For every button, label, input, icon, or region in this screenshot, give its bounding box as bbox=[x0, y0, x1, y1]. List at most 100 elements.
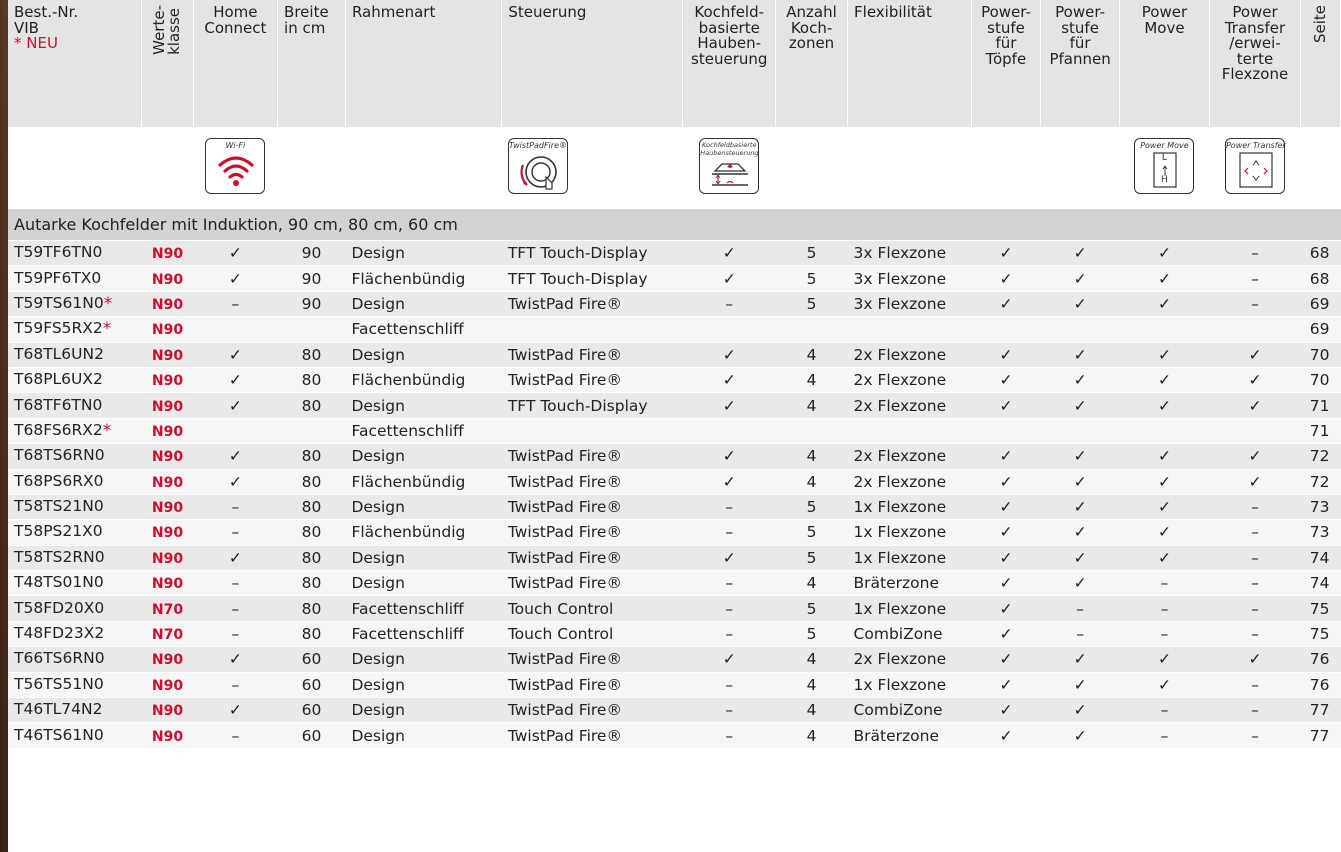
cell-werteklasse: N90 bbox=[141, 519, 194, 546]
cell-anzahl: 5 bbox=[775, 493, 848, 520]
cell-power-move: – bbox=[1119, 570, 1210, 596]
cell-rahmenart: Flächenbündig bbox=[345, 519, 502, 546]
cell-flexibilitaet: 1x Flexzone bbox=[847, 544, 972, 571]
cell-power-move: ✓ bbox=[1119, 468, 1210, 495]
cell-kochfeld-hauben: – bbox=[682, 722, 776, 748]
header-kochfeld-hauben: Kochfeld- basierte Hauben- steuerung bbox=[682, 0, 777, 127]
cell-seite: 71 bbox=[1300, 392, 1341, 419]
cell-seite: 70 bbox=[1300, 366, 1341, 393]
cell-best-nr: T68TL6UN2 bbox=[8, 341, 142, 368]
cell-powerstufe-pfannen: – bbox=[1040, 620, 1120, 647]
cell-breite: 80 bbox=[277, 570, 346, 596]
cell-best-nr: T68PS6RX0 bbox=[8, 468, 142, 495]
cell-anzahl: 4 bbox=[775, 468, 848, 495]
cell-seite: 72 bbox=[1300, 443, 1341, 470]
header-breite: Breite in cm bbox=[277, 0, 346, 127]
cell-seite: 75 bbox=[1300, 595, 1341, 622]
cell-anzahl: 5 bbox=[775, 290, 848, 317]
cell-seite: 71 bbox=[1300, 417, 1341, 444]
cell-werteklasse: N90 bbox=[141, 265, 194, 292]
cell-breite: 90 bbox=[277, 239, 346, 266]
header-best-nr: Best.-Nr. VIB * NEU bbox=[8, 0, 143, 127]
cell-power-transfer: – bbox=[1209, 265, 1301, 292]
cell-flexibilitaet: 2x Flexzone bbox=[847, 443, 972, 470]
cell-anzahl: 5 bbox=[775, 595, 848, 622]
cell-rahmenart: Facettenschliff bbox=[345, 316, 502, 343]
cell-powerstufe-toepfe: ✓ bbox=[971, 646, 1041, 673]
cell-breite: 80 bbox=[277, 468, 346, 495]
table-row: T58TS2RN0 N90 ✓ 80 Design TwistPad Fire® ✓ 5 1x … bbox=[8, 544, 1341, 571]
cell-powerstufe-toepfe: ✓ bbox=[971, 392, 1041, 419]
cell-powerstufe-pfannen: ✓ bbox=[1040, 493, 1120, 520]
cell-rahmenart: Design bbox=[345, 443, 502, 470]
table-row: T68FS6RX2* N90 Facettenschliff 71 bbox=[8, 417, 1341, 444]
cell-anzahl: 4 bbox=[775, 570, 848, 596]
cell-flexibilitaet: 2x Flexzone bbox=[847, 341, 972, 368]
cell-kochfeld-hauben bbox=[682, 316, 776, 343]
header-steuerung: Steuerung bbox=[501, 0, 684, 127]
cell-rahmenart: Flächenbündig bbox=[345, 265, 502, 292]
cell-home-connect: ✓ bbox=[193, 392, 278, 419]
cell-anzahl bbox=[775, 316, 848, 343]
wifi-icon: Wi-Fi bbox=[205, 138, 266, 194]
cell-power-move: ✓ bbox=[1119, 646, 1210, 673]
cell-power-move: – bbox=[1119, 620, 1210, 647]
cell-kochfeld-hauben: ✓ bbox=[682, 265, 776, 292]
cell-seite: 69 bbox=[1300, 316, 1341, 343]
cell-seite: 75 bbox=[1300, 620, 1341, 647]
header-seite: Seite bbox=[1300, 0, 1341, 127]
cell-seite: 74 bbox=[1300, 544, 1341, 571]
cell-power-move: ✓ bbox=[1119, 443, 1210, 470]
cell-best-nr: T58FD20X0 bbox=[8, 595, 142, 622]
cell-kochfeld-hauben: ✓ bbox=[682, 239, 776, 266]
cell-anzahl: 4 bbox=[775, 646, 848, 673]
cell-home-connect bbox=[193, 316, 278, 343]
cell-best-nr: T58PS21X0 bbox=[8, 519, 142, 546]
cell-power-transfer: – bbox=[1209, 239, 1301, 266]
cell-seite: 77 bbox=[1300, 722, 1341, 748]
cell-werteklasse: N90 bbox=[141, 239, 194, 266]
cell-werteklasse: N90 bbox=[141, 570, 194, 596]
cell-rahmenart: Flächenbündig bbox=[345, 366, 502, 393]
cell-home-connect: – bbox=[193, 570, 278, 596]
cell-werteklasse: N90 bbox=[141, 316, 194, 343]
cell-seite: 76 bbox=[1300, 646, 1341, 673]
cell-kochfeld-hauben: ✓ bbox=[682, 646, 776, 673]
cell-home-connect: – bbox=[193, 620, 278, 647]
cell-power-transfer: ✓ bbox=[1209, 443, 1301, 470]
cell-steuerung bbox=[501, 316, 683, 343]
header-row: Best.-Nr. VIB * NEU Werte- klasse Home C… bbox=[8, 0, 1341, 127]
cell-kochfeld-hauben: – bbox=[682, 290, 776, 317]
cell-werteklasse: N90 bbox=[141, 417, 194, 444]
cell-rahmenart: Design bbox=[345, 570, 502, 596]
cell-best-nr: T68TF6TN0 bbox=[8, 392, 142, 419]
cell-seite: 72 bbox=[1300, 468, 1341, 495]
cell-rahmenart: Facettenschliff bbox=[345, 595, 502, 622]
cell-seite: 68 bbox=[1300, 265, 1341, 292]
cell-rahmenart: Design bbox=[345, 239, 502, 266]
cell-steuerung: TwistPad Fire® bbox=[501, 570, 683, 596]
cell-steuerung bbox=[501, 417, 683, 444]
cell-home-connect: ✓ bbox=[193, 265, 278, 292]
section-title: Autarke Kochfelder mit Induktion, 90 cm,… bbox=[8, 209, 1341, 241]
cell-powerstufe-pfannen bbox=[1040, 316, 1120, 343]
power-transfer-icon: Power Transfer bbox=[1224, 138, 1286, 194]
cell-power-move: ✓ bbox=[1119, 493, 1210, 520]
cell-steuerung: TwistPad Fire® bbox=[501, 697, 683, 723]
cell-rahmenart: Facettenschliff bbox=[345, 620, 502, 647]
cell-flexibilitaet bbox=[847, 316, 972, 343]
table-row: T58PS21X0 N90–80 Flächenbündig TwistPad Fir… bbox=[8, 519, 1341, 546]
cell-powerstufe-toepfe: ✓ bbox=[971, 265, 1041, 292]
table-row: T59PF6TX0 N90 ✓ 90 Flächenbündig TFT Touch-Di… bbox=[8, 265, 1341, 292]
cell-breite: 80 bbox=[277, 366, 346, 393]
table-row: T58TS21N0 N90–80 Design TwistPad Fire® –5 1x … bbox=[8, 493, 1341, 520]
cell-powerstufe-toepfe: ✓ bbox=[971, 519, 1041, 546]
table-row: T68TS6RN0 N90 ✓ 80 Design TwistPad Fire® ✓ 4 2x … bbox=[8, 443, 1341, 470]
cell-werteklasse: N90 bbox=[141, 646, 194, 673]
cell-kochfeld-hauben: ✓ bbox=[682, 366, 776, 393]
cell-steuerung: TwistPad Fire® bbox=[501, 341, 683, 368]
cell-rahmenart: Design bbox=[345, 646, 502, 673]
table-row: T68TF6TN0 N90 ✓ 80 Design TFT Touch-Display ✓ 4… bbox=[8, 392, 1341, 419]
cell-steuerung: TwistPad Fire® bbox=[501, 722, 683, 748]
cell-powerstufe-toepfe: ✓ bbox=[971, 366, 1041, 393]
